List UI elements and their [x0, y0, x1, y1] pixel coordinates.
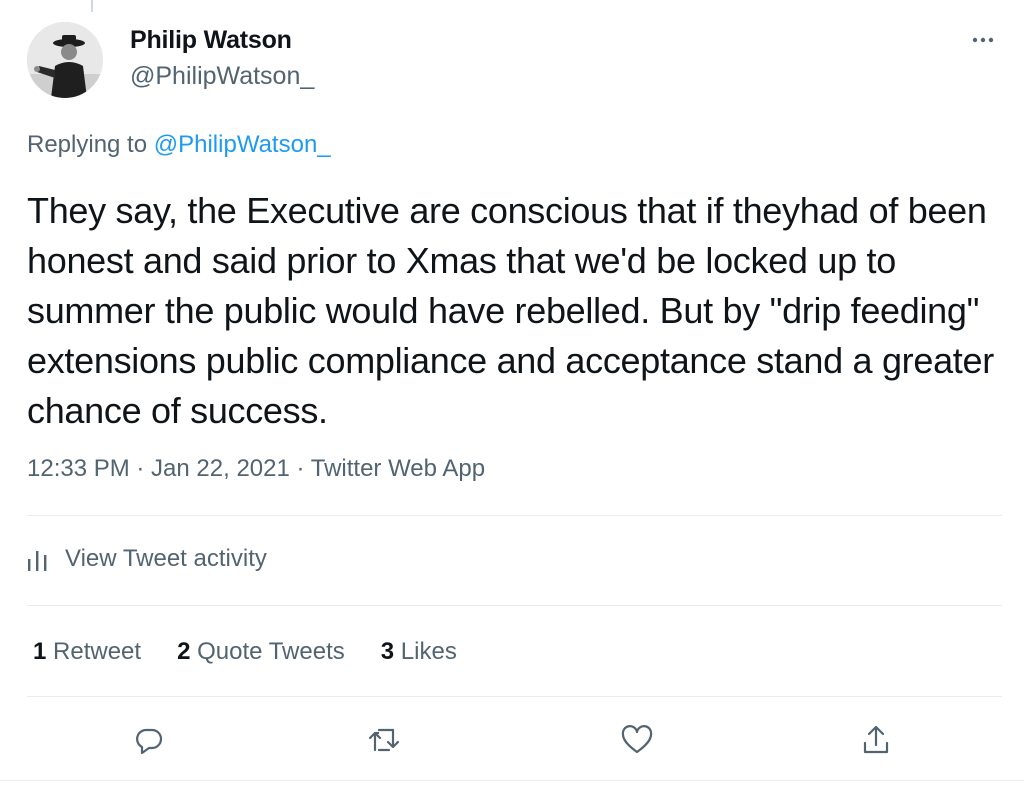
- author-handle[interactable]: @PhilipWatson_: [130, 62, 314, 91]
- share-button[interactable]: [848, 712, 904, 768]
- author-name[interactable]: Philip Watson: [130, 26, 292, 55]
- divider: [27, 515, 1002, 516]
- bar-chart-icon: [28, 551, 47, 571]
- quote-tweets-stat[interactable]: 2 Quote Tweets: [177, 638, 345, 666]
- like-button[interactable]: [609, 712, 665, 768]
- retweet-icon: [368, 728, 400, 752]
- reply-button[interactable]: [121, 712, 177, 768]
- share-icon: [863, 725, 889, 754]
- retweets-stat[interactable]: 1 Retweet: [33, 638, 141, 666]
- tweet-timestamp[interactable]: 12:33 PM · Jan 22, 2021 · Twitter Web Ap…: [27, 455, 485, 483]
- engagement-stats: 1 Retweet 2 Quote Tweets 3 Likes: [33, 638, 493, 666]
- avatar[interactable]: [27, 22, 103, 98]
- likes-count: 3: [380, 638, 395, 665]
- thread-connector-line: [91, 0, 93, 12]
- replying-to-handle-link[interactable]: @PhilipWatson_: [154, 131, 331, 158]
- action-bar: [0, 712, 1024, 768]
- retweets-count: 1: [33, 638, 47, 665]
- view-tweet-activity-button[interactable]: View Tweet activity: [27, 545, 267, 573]
- retweets-label: Retweet: [53, 638, 142, 665]
- more-dots-icon: [972, 37, 994, 43]
- reply-icon: [136, 728, 163, 755]
- divider: [27, 696, 1002, 697]
- quote-tweets-label: Quote Tweets: [197, 638, 345, 665]
- likes-label: Likes: [400, 638, 457, 665]
- more-options-button[interactable]: [958, 22, 1008, 58]
- heart-icon: [621, 725, 653, 754]
- bottom-divider: [0, 780, 1024, 781]
- replying-to-prefix: Replying to: [27, 131, 154, 158]
- avatar-image: [27, 22, 103, 98]
- tweet-text: They say, the Executive are conscious th…: [27, 190, 994, 431]
- quote-tweets-count: 2: [177, 638, 191, 665]
- retweet-button[interactable]: [356, 712, 412, 768]
- replying-to: Replying to @PhilipWatson_: [27, 131, 331, 159]
- likes-stat[interactable]: 3 Likes: [381, 638, 457, 666]
- view-tweet-activity-label: View Tweet activity: [65, 545, 267, 572]
- divider: [27, 605, 1002, 606]
